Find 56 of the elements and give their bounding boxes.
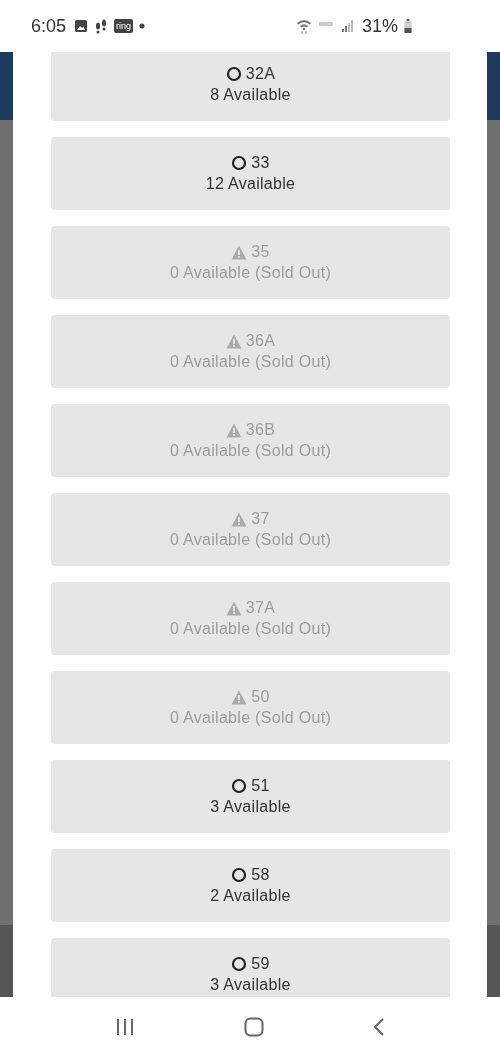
clock: 6:05 (31, 15, 67, 37)
availability-text: 3 Available (210, 976, 291, 994)
option-label: 50 (251, 688, 270, 706)
warning-icon (225, 600, 242, 616)
option-label: 36A (245, 332, 276, 350)
radio-icon (231, 155, 248, 171)
recent-apps-icon[interactable] (114, 1017, 135, 1036)
option-label: 36B (245, 421, 276, 439)
battery-icon (404, 19, 412, 33)
warning-icon (231, 244, 248, 260)
option-card[interactable]: 51 3 Available (51, 760, 450, 833)
option-card[interactable]: 37 0 Available (Sold Out) (51, 493, 450, 566)
availability-text: 0 Available (Sold Out) (169, 531, 332, 549)
radio-icon (225, 66, 242, 82)
battery-percent: 31% (361, 15, 398, 37)
footprints-icon (94, 18, 109, 34)
warning-icon (225, 333, 242, 349)
option-label: 37 (251, 510, 270, 528)
warning-icon (231, 511, 248, 527)
availability-text: 0 Available (Sold Out) (169, 353, 332, 371)
home-icon[interactable] (244, 1016, 264, 1037)
option-card[interactable]: 58 2 Available (51, 849, 450, 922)
availability-text: 8 Available (210, 86, 291, 104)
option-label: 59 (251, 955, 270, 973)
option-card[interactable]: 59 3 Available (51, 938, 450, 997)
dot-icon (139, 23, 146, 29)
availability-text: 0 Available (Sold Out) (169, 620, 332, 638)
availability-text: 0 Available (Sold Out) (169, 264, 332, 282)
option-card[interactable]: 36A 0 Available (Sold Out) (51, 315, 450, 388)
availability-text: 2 Available (210, 887, 291, 905)
option-label: 37A (245, 599, 276, 617)
warning-icon (225, 422, 242, 438)
option-label: 58 (251, 866, 270, 884)
radio-icon (231, 956, 248, 972)
radio-icon (231, 867, 248, 883)
option-label: 35 (251, 243, 270, 261)
availability-text: 0 Available (Sold Out) (169, 709, 332, 727)
option-label: 33 (251, 154, 270, 172)
option-card[interactable]: 36B 0 Available (Sold Out) (51, 404, 450, 477)
image-icon (74, 19, 89, 33)
option-card[interactable]: 35 0 Available (Sold Out) (51, 226, 450, 299)
option-label: 51 (251, 777, 270, 795)
option-card[interactable]: 33 12 Available (51, 137, 450, 210)
signal-icon (317, 19, 356, 33)
availability-text: 3 Available (210, 798, 291, 816)
availability-text: 12 Available (205, 175, 296, 193)
option-card[interactable]: 32A 8 Available (51, 52, 450, 121)
radio-icon (231, 778, 248, 794)
wifi-icon (295, 18, 312, 34)
warning-icon (231, 689, 248, 705)
option-card[interactable]: 50 0 Available (Sold Out) (51, 671, 450, 744)
back-icon[interactable] (373, 1016, 386, 1037)
ring-badge: ring (114, 19, 134, 33)
option-card[interactable]: 37A 0 Available (Sold Out) (51, 582, 450, 655)
availability-text: 0 Available (Sold Out) (169, 442, 332, 460)
option-label: 32A (245, 65, 276, 83)
